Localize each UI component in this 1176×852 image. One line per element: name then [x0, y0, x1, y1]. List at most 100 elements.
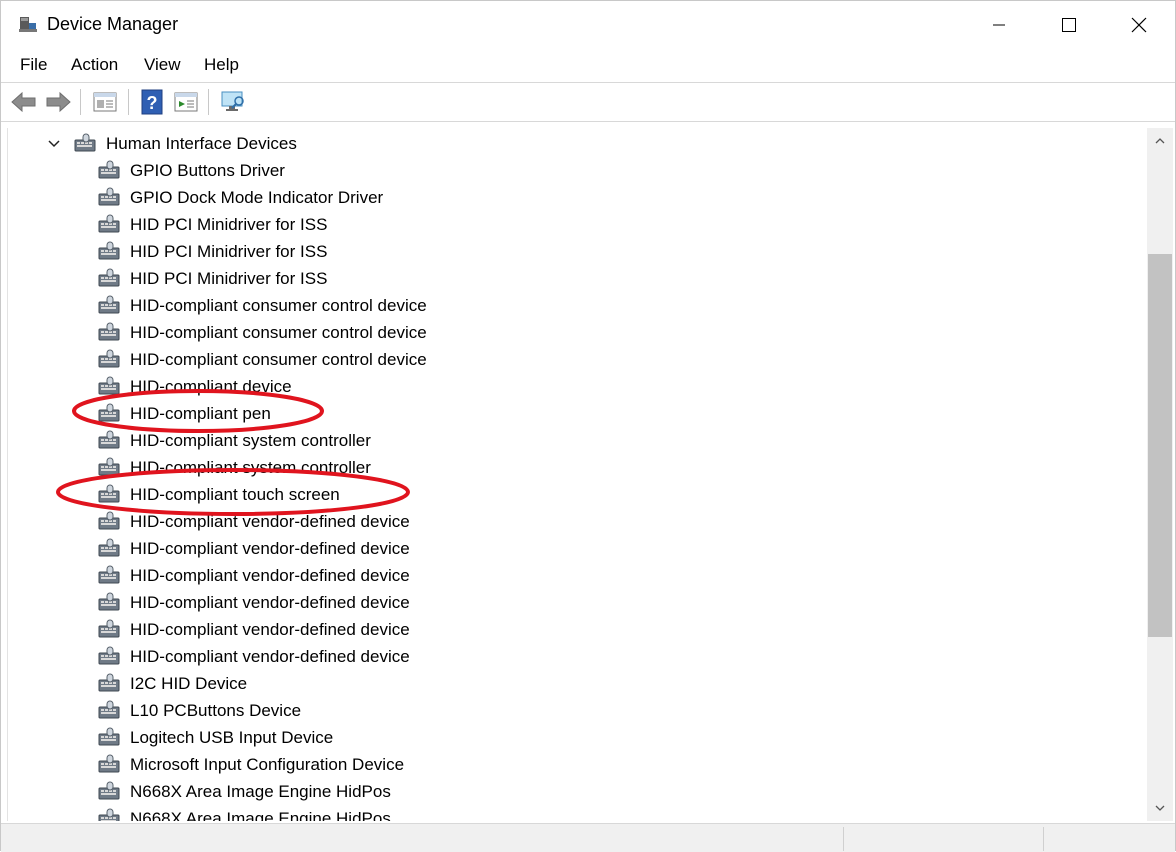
- toolbar-separator: [208, 89, 209, 115]
- tree-item-label: Microsoft Input Configuration Device: [130, 755, 404, 775]
- tree-item-label: HID-compliant system controller: [130, 458, 371, 478]
- tree-item-device[interactable]: HID PCI Minidriver for ISS: [98, 238, 327, 265]
- tree-item-device[interactable]: HID-compliant vendor-defined device: [98, 562, 410, 589]
- minimize-icon: [991, 17, 1007, 33]
- status-bar: [1, 823, 1175, 852]
- hid-device-icon: [98, 700, 122, 722]
- tree-item-label: HID-compliant vendor-defined device: [130, 620, 410, 640]
- scroll-up-button[interactable]: [1147, 128, 1173, 154]
- tree-item-label: HID-compliant consumer control device: [130, 350, 427, 370]
- tree-item-label: HID-compliant system controller: [130, 431, 371, 451]
- menu-view[interactable]: View: [144, 55, 181, 75]
- tree-item-device[interactable]: HID-compliant vendor-defined device: [98, 616, 410, 643]
- hid-device-icon: [98, 322, 122, 344]
- tree-item-label: HID PCI Minidriver for ISS: [130, 242, 327, 262]
- tree-item-device[interactable]: HID-compliant pen: [98, 400, 271, 427]
- menu-file[interactable]: File: [20, 55, 47, 75]
- menu-help[interactable]: Help: [204, 55, 239, 75]
- tree-item-device[interactable]: I2C HID Device: [98, 670, 247, 697]
- help-icon: ?: [140, 89, 164, 115]
- tree-item-device[interactable]: GPIO Dock Mode Indicator Driver: [98, 184, 383, 211]
- maximize-icon: [1061, 17, 1077, 33]
- hid-device-icon: [98, 538, 122, 560]
- hid-device-icon: [98, 403, 122, 425]
- hid-device-icon: [98, 484, 122, 506]
- forward-icon: [44, 90, 72, 114]
- tree-item-device[interactable]: HID-compliant system controller: [98, 454, 371, 481]
- toolbar-separator: [128, 89, 129, 115]
- minimize-button[interactable]: [964, 1, 1034, 49]
- tree-item-label: HID-compliant vendor-defined device: [130, 566, 410, 586]
- device-manager-app-icon: [17, 13, 39, 35]
- scroll-down-button[interactable]: [1147, 795, 1173, 821]
- tree-item-device[interactable]: HID-compliant vendor-defined device: [98, 589, 410, 616]
- category-label: Human Interface Devices: [106, 134, 297, 154]
- hid-device-icon: [98, 673, 122, 695]
- tree-item-label: N668X Area Image Engine HidPos: [130, 782, 391, 802]
- toolbar: ?: [1, 82, 1175, 122]
- hid-device-icon: [98, 619, 122, 641]
- tree-item-label: I2C HID Device: [130, 674, 247, 694]
- hid-device-icon: [98, 349, 122, 371]
- tree-item-device[interactable]: HID-compliant touch screen: [98, 481, 340, 508]
- tree-item-device[interactable]: HID-compliant vendor-defined device: [98, 535, 410, 562]
- tree-item-device[interactable]: HID PCI Minidriver for ISS: [98, 265, 327, 292]
- properties-button[interactable]: [91, 88, 119, 116]
- hid-device-icon: [98, 430, 122, 452]
- tree-item-label: GPIO Dock Mode Indicator Driver: [130, 188, 383, 208]
- tree-item-label: HID-compliant touch screen: [130, 485, 340, 505]
- tree-item-device[interactable]: HID-compliant system controller: [98, 427, 371, 454]
- hid-device-icon: [98, 376, 122, 398]
- svg-text:?: ?: [147, 93, 158, 113]
- tree-item-label: HID-compliant vendor-defined device: [130, 512, 410, 532]
- tree-item-label: HID-compliant vendor-defined device: [130, 647, 410, 667]
- hid-device-icon: [98, 592, 122, 614]
- tree-category-human-interface-devices[interactable]: Human Interface Devices: [46, 130, 297, 157]
- status-divider: [843, 827, 844, 851]
- tree-item-device[interactable]: GPIO Buttons Driver: [98, 157, 285, 184]
- tree-item-device[interactable]: HID-compliant vendor-defined device: [98, 643, 410, 670]
- back-icon: [10, 90, 38, 114]
- scroll-thumb[interactable]: [1148, 254, 1172, 637]
- tree-item-device[interactable]: HID-compliant device: [98, 373, 292, 400]
- back-button[interactable]: [10, 88, 38, 116]
- hid-device-icon: [98, 241, 122, 263]
- tree-item-label: HID PCI Minidriver for ISS: [130, 215, 327, 235]
- close-button[interactable]: [1104, 1, 1174, 49]
- help-button[interactable]: ?: [138, 88, 166, 116]
- hid-device-icon: [74, 133, 98, 155]
- tree-item-device[interactable]: HID-compliant consumer control device: [98, 319, 427, 346]
- tree-item-device[interactable]: HID-compliant consumer control device: [98, 292, 427, 319]
- hid-device-icon: [98, 295, 122, 317]
- tree-item-device[interactable]: HID-compliant vendor-defined device: [98, 508, 410, 535]
- hid-device-icon: [98, 781, 122, 803]
- hid-device-icon: [98, 727, 122, 749]
- scan-hardware-button[interactable]: [219, 88, 247, 116]
- menu-action[interactable]: Action: [71, 55, 118, 75]
- hid-device-icon: [98, 808, 122, 822]
- tree-item-label: HID-compliant consumer control device: [130, 323, 427, 343]
- tree-item-device[interactable]: Logitech USB Input Device: [98, 724, 333, 751]
- device-tree[interactable]: Human Interface Devices GPIO Buttons Dri…: [7, 128, 1146, 821]
- chevron-up-icon: [1155, 138, 1165, 144]
- device-manager-window: Device Manager File Action View Help: [0, 0, 1176, 851]
- menu-bar: File Action View Help: [1, 51, 1175, 81]
- title-bar[interactable]: Device Manager: [1, 1, 1175, 49]
- window-title: Device Manager: [47, 14, 178, 35]
- chevron-down-icon[interactable]: [46, 136, 62, 152]
- vertical-scrollbar[interactable]: [1147, 128, 1173, 821]
- tree-item-device[interactable]: HID-compliant consumer control device: [98, 346, 427, 373]
- tree-item-device[interactable]: Microsoft Input Configuration Device: [98, 751, 404, 778]
- maximize-button[interactable]: [1034, 1, 1104, 49]
- tree-item-device[interactable]: L10 PCButtons Device: [98, 697, 301, 724]
- update-driver-button[interactable]: [172, 88, 200, 116]
- tree-item-label: HID-compliant vendor-defined device: [130, 593, 410, 613]
- tree-item-label: HID PCI Minidriver for ISS: [130, 269, 327, 289]
- tree-item-device[interactable]: N668X Area Image Engine HidPos: [98, 778, 391, 805]
- tree-item-device[interactable]: N668X Area Image Engine HidPos: [98, 805, 391, 821]
- tree-item-label: N668X Area Image Engine HidPos: [130, 809, 391, 822]
- tree-item-label: HID-compliant vendor-defined device: [130, 539, 410, 559]
- forward-button[interactable]: [44, 88, 72, 116]
- tree-item-device[interactable]: HID PCI Minidriver for ISS: [98, 211, 327, 238]
- hid-device-icon: [98, 214, 122, 236]
